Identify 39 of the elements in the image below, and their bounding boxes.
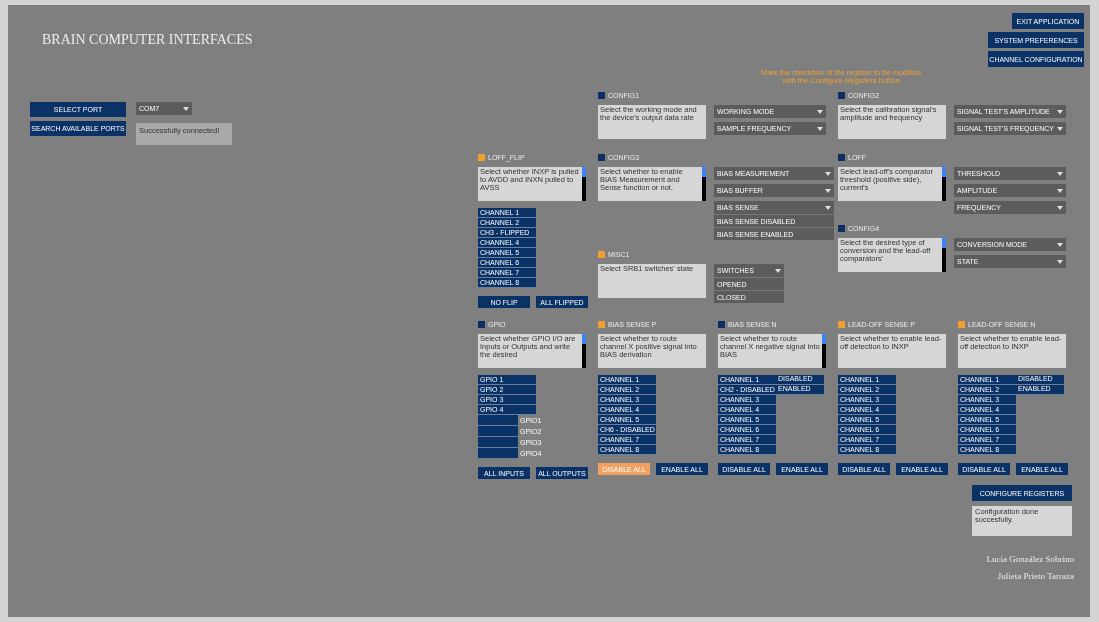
checkbox[interactable] — [958, 321, 965, 328]
app-title: BRAIN COMPUTER INTERFACES — [42, 31, 254, 49]
scrollbar — [582, 334, 586, 368]
checkbox[interactable] — [838, 225, 845, 232]
gpio-output-toggle[interactable] — [478, 426, 518, 437]
checkbox[interactable] — [598, 251, 605, 258]
checkbox[interactable] — [838, 92, 845, 99]
checkbox[interactable] — [598, 92, 605, 99]
caret-icon — [1057, 171, 1063, 176]
caret-icon — [1057, 205, 1063, 210]
caret-icon — [817, 126, 823, 131]
gpio-output-toggle[interactable] — [478, 448, 518, 459]
gpio-output-toggle[interactable] — [478, 437, 518, 448]
checkbox[interactable] — [598, 154, 605, 161]
scrollbar — [582, 167, 586, 201]
caret-icon — [817, 109, 823, 114]
scrollbar — [702, 167, 706, 201]
caret-icon — [1057, 259, 1063, 264]
gpio-output-toggle[interactable] — [478, 415, 518, 426]
scrollbar — [942, 238, 946, 272]
caret-icon — [1057, 188, 1063, 193]
scrollbar — [822, 334, 826, 368]
author-name: Lucia González Sobrino — [986, 554, 1074, 565]
author-name: Julieta Prieto Tarraza — [997, 571, 1074, 582]
caret-icon — [825, 188, 831, 193]
checkbox[interactable] — [598, 321, 605, 328]
checkbox[interactable] — [478, 154, 485, 161]
caret-icon — [775, 268, 781, 273]
checkbox[interactable] — [838, 321, 845, 328]
caret-icon — [1057, 126, 1064, 131]
caret-icon — [825, 205, 831, 210]
caret-icon — [825, 171, 831, 176]
scrollbar — [942, 167, 946, 201]
checkbox[interactable] — [838, 154, 845, 161]
caret-icon — [183, 106, 189, 111]
caret-icon — [1057, 109, 1063, 114]
checkbox[interactable] — [718, 321, 725, 328]
caret-icon — [1057, 242, 1063, 247]
checkbox[interactable] — [478, 321, 485, 328]
